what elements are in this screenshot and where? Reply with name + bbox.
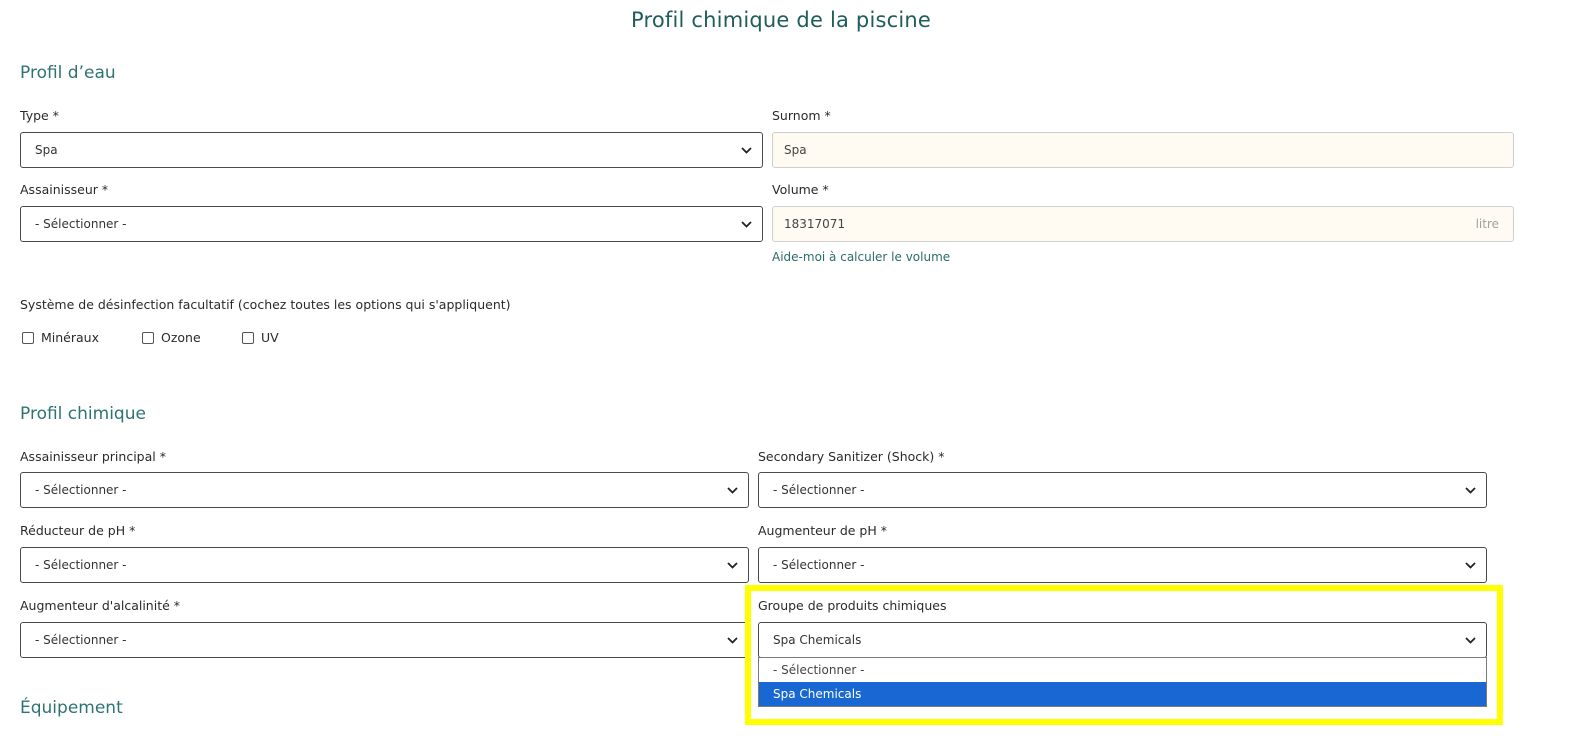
nickname-input[interactable]: Spa [772, 132, 1514, 168]
nickname-value: Spa [784, 143, 807, 157]
page-title: Profil chimique de la piscine [630, 8, 932, 32]
type-select[interactable]: Spa [20, 132, 763, 168]
secondary-sanitizer-label: Secondary Sanitizer (Shock) * [758, 449, 945, 464]
minerals-checkbox[interactable] [22, 331, 34, 344]
section-title-equipment: Équipement [20, 698, 123, 718]
alkalinity-label: Augmenteur d'alcalinité * [20, 598, 181, 613]
ozone-checkbox[interactable] [142, 331, 154, 344]
ph-reducer-select[interactable]: - Sélectionner - [20, 547, 749, 583]
option-ozone[interactable]: Ozone [142, 330, 201, 345]
volume-unit: litre [1475, 217, 1499, 231]
minerals-label: Minéraux [41, 330, 99, 345]
section-title-water-profile: Profil d’eau [20, 63, 116, 83]
chevron-down-icon [741, 207, 752, 241]
alkalinity-value: - Sélectionner - [35, 633, 127, 647]
uv-label: UV [261, 330, 279, 345]
chevron-down-icon [1465, 548, 1476, 582]
secondary-sanitizer-select[interactable]: - Sélectionner - [758, 472, 1487, 508]
primary-sanitizer-label: Assainisseur principal * [20, 449, 166, 464]
type-select-value: Spa [35, 143, 58, 157]
optional-disinfection-label: Système de désinfection facultatif (coch… [20, 297, 511, 312]
volume-label: Volume * [772, 182, 829, 197]
volume-value: 18317071 [784, 217, 846, 231]
section-title-chemical-profile: Profil chimique [20, 404, 146, 424]
primary-sanitizer-select[interactable]: - Sélectionner - [20, 472, 749, 508]
option-uv[interactable]: UV [242, 330, 279, 345]
chevron-down-icon [727, 548, 738, 582]
secondary-sanitizer-value: - Sélectionner - [773, 483, 865, 497]
option-minerals[interactable]: Minéraux [22, 330, 99, 345]
ph-increaser-label: Augmenteur de pH * [758, 523, 887, 538]
sanitizer-label: Assainisseur * [20, 182, 109, 197]
ph-reducer-value: - Sélectionner - [35, 558, 127, 572]
ph-reducer-label: Réducteur de pH * [20, 523, 136, 538]
chevron-down-icon [727, 623, 738, 657]
alkalinity-select[interactable]: - Sélectionner - [20, 622, 749, 658]
nickname-label: Surnom * [772, 108, 831, 123]
volume-input[interactable]: 18317071 litre [772, 206, 1514, 242]
uv-checkbox[interactable] [242, 331, 254, 344]
chevron-down-icon [727, 473, 738, 507]
ozone-label: Ozone [161, 330, 201, 345]
primary-sanitizer-value: - Sélectionner - [35, 483, 127, 497]
volume-help-link[interactable]: Aide-moi à calculer le volume [772, 250, 950, 264]
chevron-down-icon [1465, 473, 1476, 507]
ph-increaser-value: - Sélectionner - [773, 558, 865, 572]
ph-increaser-select[interactable]: - Sélectionner - [758, 547, 1487, 583]
chevron-down-icon [741, 133, 752, 167]
type-label: Type * [20, 108, 59, 123]
sanitizer-select-value: - Sélectionner - [35, 217, 127, 231]
sanitizer-select[interactable]: - Sélectionner - [20, 206, 763, 242]
highlight-box [745, 585, 1503, 725]
